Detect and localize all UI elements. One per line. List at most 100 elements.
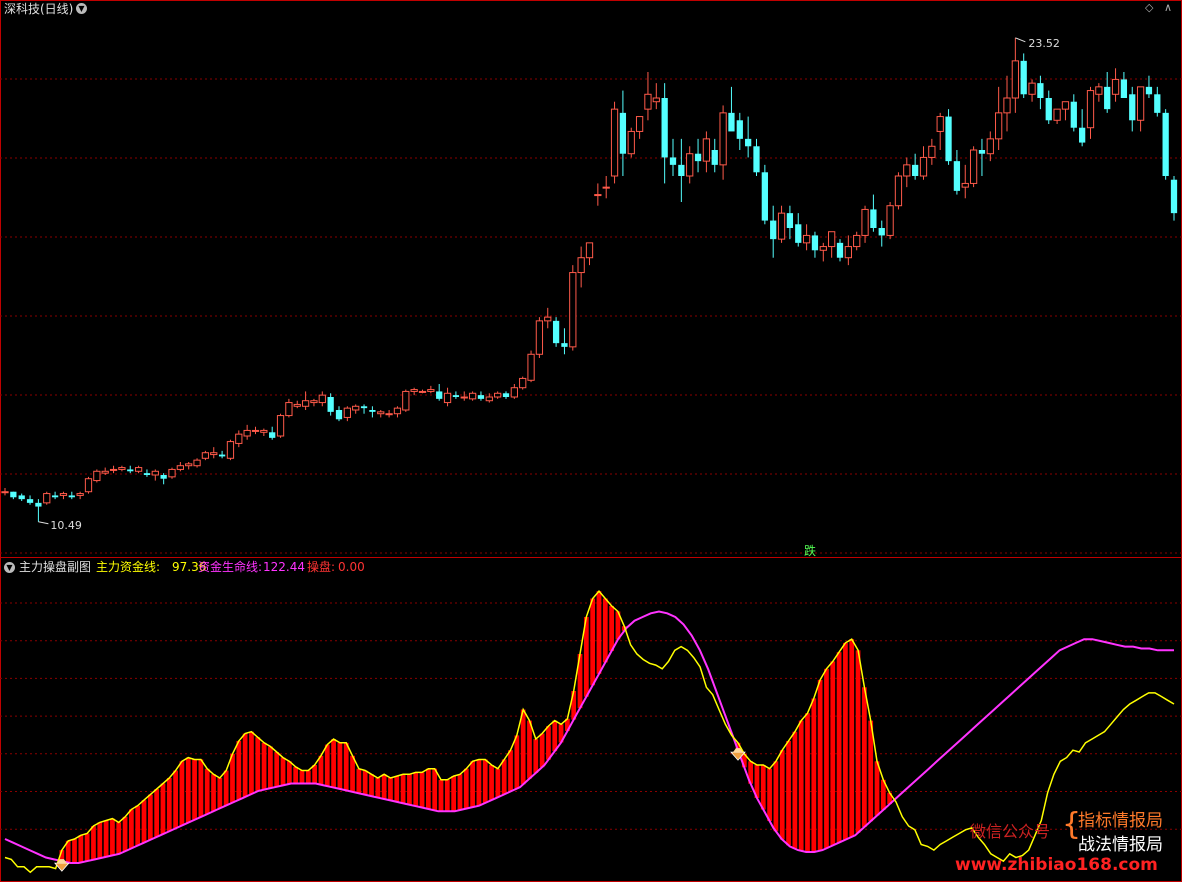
candle-body (168, 468, 176, 478)
watermark-wechat: 微信公众号 (970, 822, 1051, 841)
capital-bar (141, 800, 147, 843)
capital-bar (836, 652, 842, 843)
capital-bar (147, 794, 153, 840)
capital-bar (451, 776, 457, 812)
capital-bar (129, 809, 134, 849)
chevron-down-icon[interactable]: ▼ (76, 3, 87, 14)
capital-bar (230, 753, 235, 803)
candle-body (736, 120, 743, 139)
candle-body (919, 156, 928, 177)
capital-bar (849, 639, 855, 837)
candle-body (711, 150, 718, 165)
candle-body (418, 390, 427, 393)
watermark-line1: 指标情报局 (1078, 811, 1163, 831)
candle-body (1079, 127, 1086, 143)
candle-body (969, 149, 978, 184)
capital-bar (798, 720, 804, 851)
candle-body (59, 493, 68, 496)
candle-body (561, 343, 568, 347)
candle-body (269, 432, 276, 438)
capital-bar (514, 735, 520, 789)
candle-body (327, 397, 334, 412)
capital-bar (760, 765, 766, 810)
candle-body (293, 403, 301, 407)
candle-body (652, 97, 660, 103)
candle-body (494, 392, 502, 398)
capital-bar (160, 783, 166, 835)
candle-body (811, 235, 819, 251)
capital-bar (862, 687, 867, 827)
diamond-marker (53, 862, 70, 872)
capital-bar (830, 661, 836, 846)
capital-bar (236, 740, 242, 800)
candle-body (176, 465, 184, 470)
capital-bar (286, 761, 292, 784)
capital-bar (546, 726, 551, 760)
candle-body (753, 146, 760, 173)
capital-bar (154, 789, 160, 837)
candle-body (393, 407, 402, 415)
high-price-label: 23.52 (1028, 37, 1060, 50)
capital-bar (767, 768, 772, 821)
capital-bar (482, 759, 488, 803)
candle-body (385, 413, 393, 416)
capital-bar (520, 709, 526, 785)
candle-body (318, 394, 326, 404)
capital-bar (356, 768, 362, 794)
watermark-url: www.zhibiao168.com (955, 855, 1158, 875)
capital-bar (773, 761, 779, 832)
candle-body (861, 208, 869, 236)
candle-body (535, 320, 544, 355)
capital-bar (438, 779, 444, 812)
candle-body (686, 153, 694, 177)
settings-diamond-icon[interactable]: ◇ (1145, 1, 1153, 15)
candle-body (1011, 60, 1019, 99)
capital-bar (444, 779, 450, 812)
capital-bar (343, 742, 349, 791)
candle-body (51, 495, 59, 498)
candle-body (1170, 179, 1178, 214)
capital-bar (337, 742, 343, 789)
candle-body (1136, 86, 1145, 121)
candle-body (143, 473, 151, 475)
collapse-icon[interactable]: ∧ (1164, 1, 1172, 15)
candle-body (694, 153, 702, 162)
indicator-1-name: 主力资金线: (96, 560, 161, 574)
candle-body (1020, 60, 1027, 95)
candle-body (978, 150, 986, 154)
capital-bar (432, 768, 438, 811)
low-pointer (38, 521, 49, 525)
candle-body (912, 164, 919, 176)
candle-body (870, 209, 877, 228)
candle-body (301, 400, 310, 407)
candle-body (544, 316, 552, 322)
candle-body (953, 161, 961, 191)
capital-bar (552, 720, 558, 752)
candle-body (627, 130, 635, 155)
capital-bar (280, 757, 286, 786)
candle-body (719, 112, 727, 166)
candle-body (452, 395, 460, 397)
capital-bar (596, 591, 602, 674)
capital-bar (110, 818, 115, 856)
indicator-2-value: 122.44 (263, 560, 305, 574)
capital-bar (811, 698, 817, 852)
candle-body (585, 242, 594, 259)
candle-body (26, 499, 34, 503)
candle-body (527, 353, 535, 381)
candle-body (1028, 82, 1036, 95)
capital-bar (166, 777, 172, 832)
candle-body (243, 429, 251, 437)
capital-bar (476, 759, 482, 806)
candle-body (460, 396, 468, 399)
capital-bar (539, 733, 545, 768)
candle-body (936, 116, 944, 132)
capital-bar (407, 774, 412, 805)
capital-bar (381, 774, 387, 799)
capital-bar (489, 765, 494, 801)
capital-bar (204, 768, 210, 815)
capital-bar (609, 605, 614, 651)
candle-body (485, 396, 493, 402)
chevron-down-icon[interactable]: ▼ (4, 562, 15, 573)
capital-bar (419, 772, 425, 808)
